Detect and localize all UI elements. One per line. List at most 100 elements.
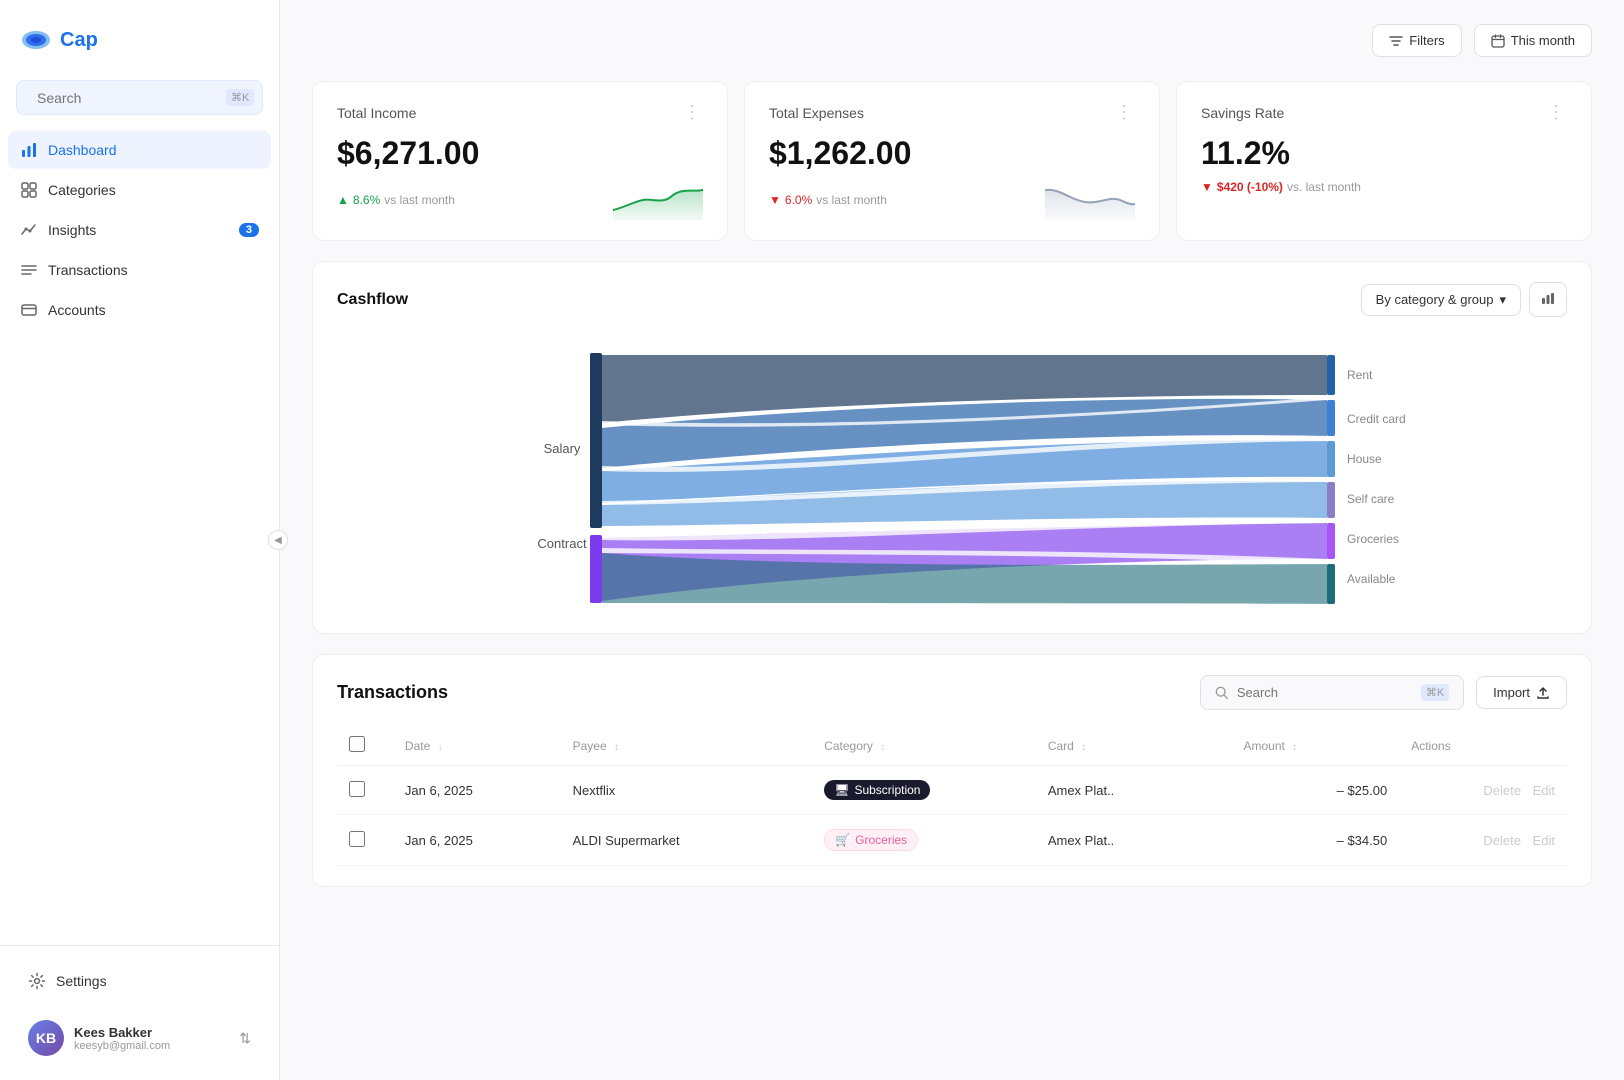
svg-text:House: House <box>1347 452 1382 466</box>
transactions-header: Transactions ⌘K Import <box>337 675 1567 710</box>
stat-change-expenses: ▼ 6.0% vs last month <box>769 193 887 207</box>
row-category-0: 🖥 Subscription <box>812 766 1036 815</box>
sidebar-item-transactions[interactable]: Transactions <box>8 251 271 289</box>
svg-text:Salary: Salary <box>544 441 581 456</box>
sidebar-item-label: Transactions <box>48 262 128 278</box>
sidebar-item-label: Accounts <box>48 302 106 318</box>
stat-title-expenses: Total Expenses <box>769 105 864 121</box>
app-name: Cap <box>60 29 98 52</box>
delete-button-0[interactable]: Delete <box>1483 783 1521 798</box>
transaction-search-box[interactable]: ⌘K <box>1200 675 1464 710</box>
search-icon <box>1215 686 1229 700</box>
grid-icon <box>20 181 38 199</box>
stats-grid: Total Income ⋮ $6,271.00 ▲ 8.6% vs last … <box>312 81 1592 241</box>
vs-label-income: vs last month <box>384 193 455 207</box>
stat-title-savings: Savings Rate <box>1201 105 1284 121</box>
row-amount-0: – $25.00 <box>1232 766 1400 815</box>
change-arrow-expenses: ▼ <box>769 193 781 207</box>
logo[interactable]: Cap <box>0 0 279 72</box>
insights-badge: 3 <box>239 223 259 237</box>
change-arrow-income: ▲ <box>337 193 349 207</box>
stat-value-savings: 11.2% <box>1201 135 1567 172</box>
transactions-section: Transactions ⌘K Import <box>312 654 1592 887</box>
user-name: Kees Bakker <box>74 1025 229 1040</box>
svg-text:Contract: Contract <box>537 536 587 551</box>
col-header-payee[interactable]: Payee ↕ <box>561 726 813 766</box>
sort-icon-amount: ↕ <box>1292 742 1297 753</box>
col-header-category[interactable]: Category ↕ <box>812 726 1036 766</box>
stat-more-income[interactable]: ⋮ <box>683 102 703 123</box>
stat-more-expenses[interactable]: ⋮ <box>1115 102 1135 123</box>
this-month-button[interactable]: This month <box>1474 24 1592 57</box>
user-email: keesyb@gmail.com <box>74 1040 229 1052</box>
category-group-button[interactable]: By category & group ▾ <box>1361 284 1521 316</box>
gear-icon <box>28 972 46 990</box>
cashflow-header: Cashflow By category & group ▾ <box>337 282 1567 317</box>
calendar-icon <box>1491 34 1505 48</box>
row-category-1: 🛒 Groceries <box>812 815 1036 866</box>
change-value-savings: $420 (-10%) <box>1217 180 1283 194</box>
stat-card-expenses: Total Expenses ⋮ $1,262.00 ▼ 6.0% vs las… <box>744 81 1160 241</box>
row-date-0: Jan 6, 2025 <box>393 766 561 815</box>
row-checkbox-0[interactable] <box>349 781 365 797</box>
avatar: KB <box>28 1020 64 1056</box>
main-header: Filters This month <box>312 24 1592 57</box>
edit-button-0[interactable]: Edit <box>1533 783 1555 798</box>
filters-button[interactable]: Filters <box>1372 24 1461 57</box>
transactions-body: Jan 6, 2025 Nextflix 🖥 Subscription Amex… <box>337 766 1567 866</box>
bar-chart-small-icon <box>1540 290 1556 306</box>
col-header-date[interactable]: Date ↓ <box>393 726 561 766</box>
card-icon <box>20 301 38 319</box>
select-all-checkbox[interactable] <box>349 736 365 752</box>
table-row: Jan 6, 2025 ALDI Supermarket 🛒 Groceries… <box>337 815 1567 866</box>
sidebar-item-label: Insights <box>48 222 96 238</box>
category-badge-1[interactable]: 🛒 Groceries <box>824 829 918 851</box>
category-badge-0[interactable]: 🖥 Subscription <box>824 780 930 800</box>
vs-label-expenses: vs last month <box>816 193 887 207</box>
sort-icon-card: ↕ <box>1081 742 1086 753</box>
sidebar-item-categories[interactable]: Categories <box>8 171 271 209</box>
row-checkbox-1[interactable] <box>349 831 365 847</box>
vs-label-savings: vs. last month <box>1287 180 1361 194</box>
sidebar-search[interactable]: ⌘K <box>16 80 263 115</box>
import-button[interactable]: Import <box>1476 676 1567 709</box>
svg-text:Credit card: Credit card <box>1347 412 1406 426</box>
category-group-label: By category & group <box>1376 292 1494 307</box>
chevron-down-icon: ▾ <box>1499 292 1506 308</box>
transactions-title: Transactions <box>337 682 448 703</box>
delete-button-1[interactable]: Delete <box>1483 833 1521 848</box>
this-month-label: This month <box>1511 33 1575 48</box>
sidebar-collapse-handle[interactable]: ◀ <box>268 530 288 550</box>
sidebar-item-label: Dashboard <box>48 142 117 158</box>
table-header: Date ↓ Payee ↕ Category ↕ Card ↕ <box>337 726 1567 766</box>
user-info: Kees Bakker keesyb@gmail.com <box>74 1025 229 1052</box>
sidebar-item-insights[interactable]: Insights 3 <box>8 211 271 249</box>
change-value-expenses: 6.0% <box>785 193 812 207</box>
stat-more-savings[interactable]: ⋮ <box>1547 102 1567 123</box>
filter-icon <box>1389 34 1403 48</box>
sparkline-income <box>613 180 703 220</box>
table-row: Jan 6, 2025 Nextflix 🖥 Subscription Amex… <box>337 766 1567 815</box>
search-shortcut-badge: ⌘K <box>1421 684 1449 701</box>
col-header-amount[interactable]: Amount ↕ <box>1232 726 1400 766</box>
search-input[interactable] <box>37 90 218 106</box>
sidebar-item-settings[interactable]: Settings <box>16 962 263 1000</box>
nav-items: Dashboard Categories Insights 3 <box>0 131 279 945</box>
sparkline-expenses <box>1045 180 1135 220</box>
sidebar: Cap ⌘K Dashboard Categori <box>0 0 280 1080</box>
sidebar-item-dashboard[interactable]: Dashboard <box>8 131 271 169</box>
stat-value-expenses: $1,262.00 <box>769 135 1135 172</box>
row-card-0: Amex Plat.. <box>1036 766 1232 815</box>
sidebar-item-label: Categories <box>48 182 116 198</box>
sidebar-item-accounts[interactable]: Accounts <box>8 291 271 329</box>
user-profile[interactable]: KB Kees Bakker keesyb@gmail.com ⇅ <box>16 1012 263 1064</box>
cashflow-card: Cashflow By category & group ▾ <box>312 261 1592 634</box>
stat-change-savings: ▼ $420 (-10%) vs. last month <box>1201 180 1361 194</box>
edit-button-1[interactable]: Edit <box>1533 833 1555 848</box>
chart-type-button[interactable] <box>1529 282 1567 317</box>
chevron-updown-icon: ⇅ <box>239 1030 251 1047</box>
col-header-card[interactable]: Card ↕ <box>1036 726 1232 766</box>
sort-icon-category: ↕ <box>880 742 885 753</box>
search-shortcut: ⌘K <box>226 89 254 106</box>
transaction-search-input[interactable] <box>1237 685 1413 700</box>
